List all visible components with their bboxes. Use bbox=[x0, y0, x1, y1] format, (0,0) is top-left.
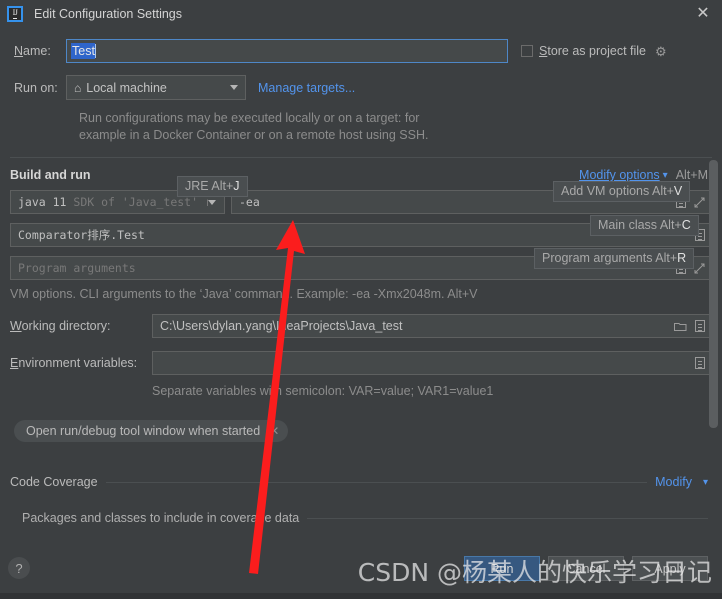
environment-variables-input[interactable] bbox=[152, 351, 710, 375]
keyboard-hint-jre: JRE Alt+J bbox=[177, 176, 248, 197]
code-coverage-divider bbox=[105, 481, 648, 483]
home-icon: ⌂ bbox=[74, 80, 82, 95]
working-directory-input[interactable]: C:\Users\dylan.yang\IdeaProjects\Java_te… bbox=[152, 314, 710, 338]
coverage-packages-divider bbox=[307, 517, 708, 519]
environment-variables-label: Environment variables: bbox=[10, 356, 138, 370]
name-row: Name: Test Store as project file ⚙ bbox=[0, 39, 722, 63]
scrollbar-thumb[interactable] bbox=[709, 160, 718, 428]
chevron-down-icon-jre[interactable] bbox=[208, 199, 216, 205]
jre-value: java 11 SDK of 'Java_test' r bbox=[18, 195, 208, 209]
chevron-down-icon-coverage[interactable]: ▾ bbox=[703, 477, 708, 488]
main-class-value: Comparator排序.Test bbox=[18, 228, 145, 242]
store-as-project-file-checkbox[interactable] bbox=[521, 45, 533, 57]
run-on-description-line1: Run configurations may be executed local… bbox=[79, 111, 420, 125]
coverage-packages-row: Packages and classes to include in cover… bbox=[0, 511, 722, 525]
working-directory-value: C:\Users\dylan.yang\IdeaProjects\Java_te… bbox=[160, 319, 403, 333]
modify-options-link[interactable]: Modify options bbox=[579, 168, 660, 182]
top-form-area: Name: Test Store as project file ⚙ Run o… bbox=[0, 28, 722, 144]
run-button[interactable]: Run bbox=[464, 556, 540, 581]
chevron-down-icon-modify[interactable]: ▾ bbox=[663, 170, 668, 181]
coverage-packages-label: Packages and classes to include in cover… bbox=[22, 511, 300, 525]
vertical-scrollbar[interactable] bbox=[709, 160, 718, 534]
code-coverage-modify-link[interactable]: Modify bbox=[655, 475, 692, 489]
title-bar: IJ Edit Configuration Settings ✕ bbox=[0, 0, 722, 28]
run-on-label: Run on: bbox=[14, 80, 58, 95]
name-input-value: Test bbox=[71, 43, 95, 59]
gear-icon[interactable]: ⚙ bbox=[655, 45, 667, 58]
run-on-selected-value: Local machine bbox=[86, 80, 167, 95]
program-arguments-placeholder: Program arguments bbox=[18, 261, 136, 275]
close-icon[interactable]: ✕ bbox=[693, 4, 713, 24]
options-chips: Open run/debug tool window when started … bbox=[0, 420, 722, 442]
chip-label: Open run/debug tool window when started bbox=[26, 424, 261, 438]
footer-strip bbox=[0, 593, 722, 599]
dialog-footer: ? Run Cancel Apply bbox=[0, 547, 722, 599]
manage-targets-link[interactable]: Manage targets... bbox=[258, 81, 355, 95]
working-directory-row: Working directory: C:\Users\dylan.yang\I… bbox=[0, 314, 722, 338]
apply-button[interactable]: Apply bbox=[632, 556, 708, 581]
intellij-logo-icon: IJ bbox=[7, 6, 23, 22]
settings-scroll-pane: Build and run Modify options ▾ Alt+M jav… bbox=[0, 158, 722, 536]
run-on-description-line2: example in a Docker Container or on a re… bbox=[79, 128, 429, 142]
macros-icon-3[interactable] bbox=[695, 320, 705, 332]
expand-icon[interactable] bbox=[694, 197, 705, 208]
help-button[interactable]: ? bbox=[8, 557, 30, 579]
cancel-button[interactable]: Cancel bbox=[548, 556, 624, 581]
environment-variables-row: Environment variables: bbox=[0, 351, 722, 375]
text-caret bbox=[94, 44, 96, 58]
folder-icon[interactable] bbox=[674, 321, 687, 331]
name-input[interactable]: Test bbox=[66, 39, 508, 63]
store-as-project-file-label: Store as project file bbox=[539, 44, 647, 58]
run-on-description: Run configurations may be executed local… bbox=[65, 110, 722, 144]
name-label: Name: bbox=[14, 44, 51, 58]
intellij-logo-text: IJ bbox=[12, 8, 18, 19]
window-title: Edit Configuration Settings bbox=[34, 7, 183, 21]
code-coverage-section-header: Code Coverage Modify ▾ bbox=[0, 475, 722, 489]
run-on-row: Run on: ⌂ Local machine Manage targets..… bbox=[0, 75, 722, 100]
build-and-run-title: Build and run bbox=[10, 168, 91, 182]
keyboard-hint-main-class: Main class Alt+C bbox=[590, 215, 699, 236]
run-on-dropdown[interactable]: ⌂ Local machine bbox=[66, 75, 246, 100]
working-directory-label: Working directory: bbox=[10, 319, 111, 333]
dialog-buttons: Run Cancel Apply bbox=[464, 556, 708, 581]
code-coverage-title: Code Coverage bbox=[10, 475, 98, 489]
keyboard-hint-add-vm-options: Add VM options Alt+V bbox=[553, 181, 691, 202]
browse-env-icon[interactable] bbox=[695, 357, 705, 369]
chevron-down-icon[interactable] bbox=[230, 85, 238, 90]
keyboard-hint-program-arguments: Program arguments Alt+R bbox=[534, 248, 695, 269]
expand-icon-2[interactable] bbox=[694, 263, 705, 274]
close-icon-chip[interactable]: ✕ bbox=[269, 424, 279, 438]
store-as-project-file-row[interactable]: Store as project file ⚙ bbox=[521, 44, 667, 58]
modify-options-shortcut: Alt+M bbox=[675, 168, 708, 182]
vm-options-value: -ea bbox=[239, 195, 260, 209]
vm-options-hint: VM options. CLI arguments to the ‘Java’ … bbox=[10, 287, 478, 301]
open-run-debug-tool-window-chip[interactable]: Open run/debug tool window when started … bbox=[14, 420, 289, 442]
environment-variables-note: Separate variables with semicolon: VAR=v… bbox=[152, 384, 494, 398]
build-and-run-header: Build and run Modify options ▾ Alt+M bbox=[0, 158, 722, 182]
